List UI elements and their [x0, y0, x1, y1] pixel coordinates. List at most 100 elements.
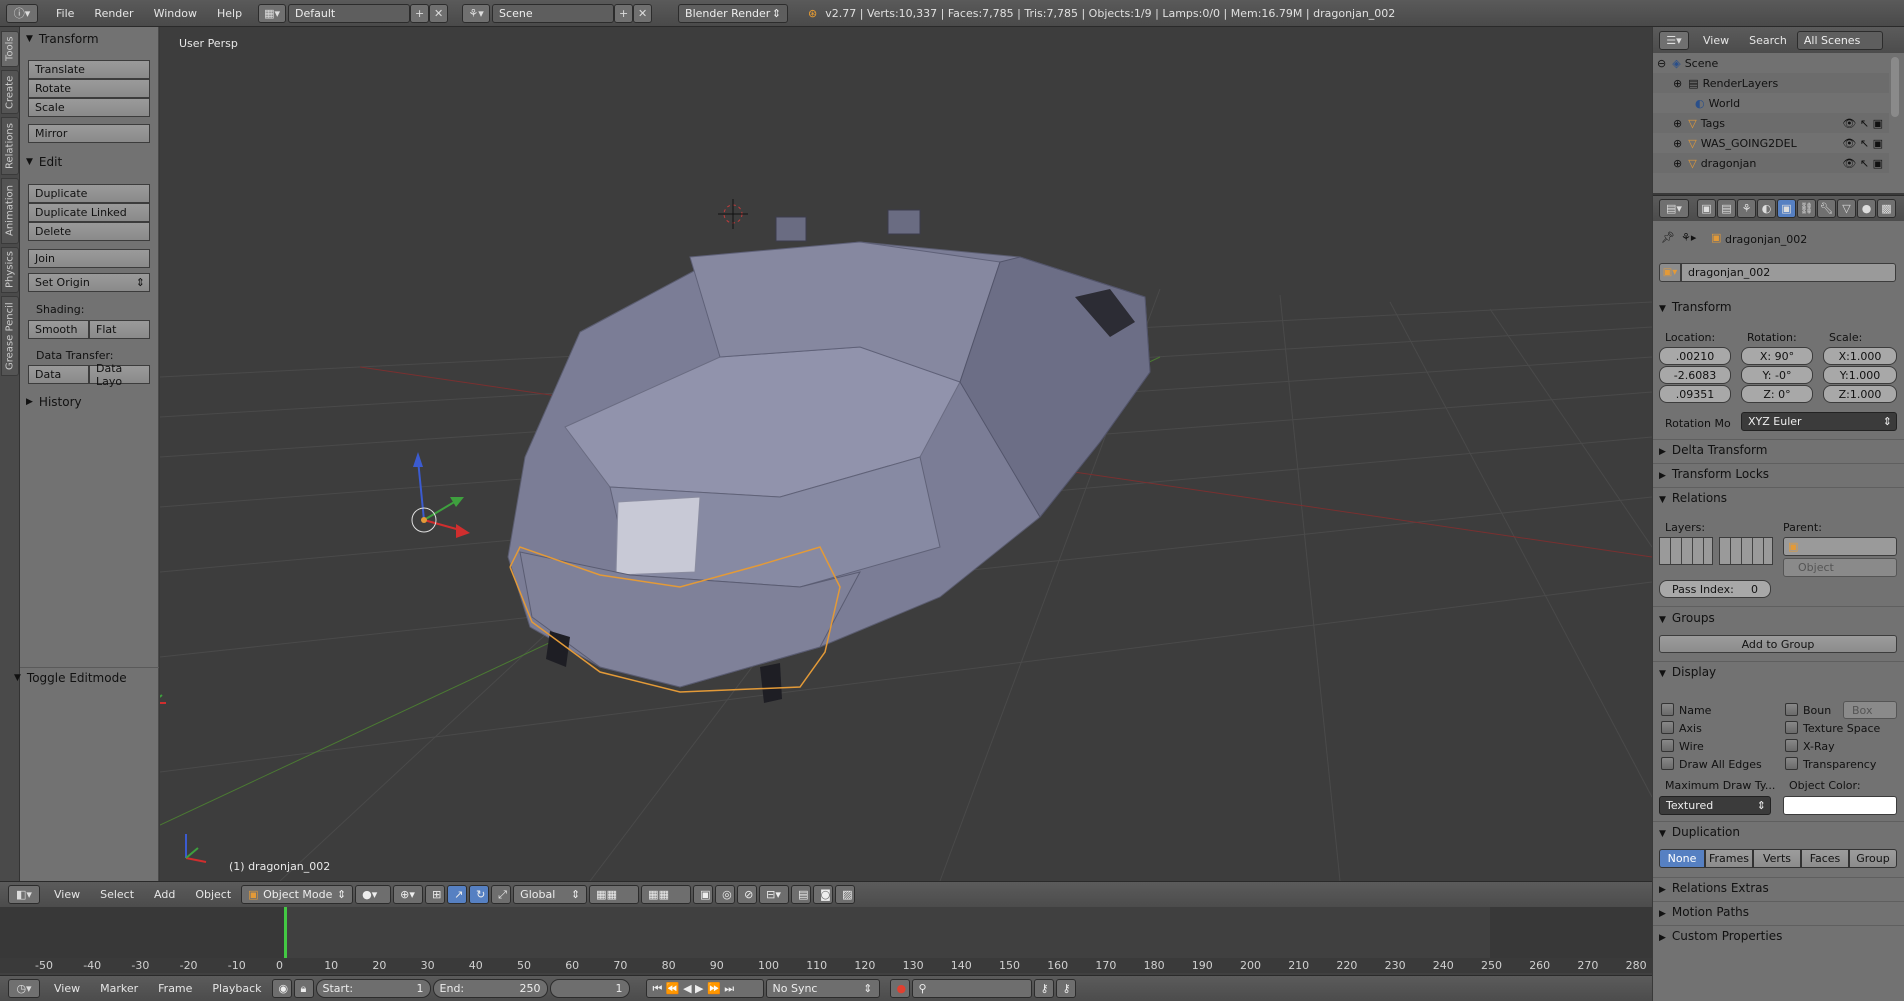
editor-type-icon[interactable]: ◷▾: [8, 979, 40, 998]
delete-button[interactable]: Delete: [28, 222, 150, 241]
start-frame-field[interactable]: Start: 1: [315, 979, 431, 998]
3d-viewport[interactable]: [160, 27, 1652, 881]
texture-space-checkbox[interactable]: [1785, 721, 1798, 734]
toggle-editmode-header[interactable]: ▼ Toggle Editmode: [8, 668, 127, 688]
scene-icon[interactable]: ⚘▾: [462, 3, 491, 23]
constraints-tab-icon[interactable]: ⛓: [1797, 199, 1816, 218]
location-x-field[interactable]: .00210: [1659, 347, 1731, 365]
menu-view[interactable]: View: [44, 888, 90, 901]
menu-add[interactable]: Add: [144, 888, 185, 901]
end-frame-field[interactable]: End: 250: [432, 979, 548, 998]
wire-checkbox[interactable]: [1661, 739, 1674, 752]
menu-file[interactable]: File: [46, 7, 84, 20]
translate-button[interactable]: Translate: [28, 60, 150, 79]
scale-z-field[interactable]: Z:1.000: [1823, 385, 1897, 403]
relations-extras-header[interactable]: ▶ Relations Extras: [1659, 881, 1769, 895]
object-color-swatch[interactable]: [1783, 796, 1897, 815]
rotation-mode-select[interactable]: XYZ Euler ⇕: [1741, 412, 1897, 431]
set-origin-dropdown[interactable]: Set Origin ⇕: [28, 273, 150, 292]
current-frame-field[interactable]: 1: [549, 979, 630, 998]
edit-panel-header[interactable]: ▼ Edit: [20, 152, 62, 172]
tab-tools[interactable]: Tools: [1, 31, 19, 67]
render-icon[interactable]: ▤: [791, 885, 812, 904]
scale-y-field[interactable]: Y:1.000: [1823, 366, 1897, 384]
dup-frames-option[interactable]: Frames: [1705, 849, 1753, 868]
relations-panel-header[interactable]: ▼ Relations: [1659, 491, 1727, 505]
menu-frame[interactable]: Frame: [148, 982, 202, 995]
pass-index-field[interactable]: Pass Index: 0: [1659, 580, 1771, 598]
editor-type-icon[interactable]: ▤▾: [1659, 199, 1689, 218]
outliner-item-renderlayers[interactable]: ⊕ ▤ RenderLayers: [1653, 73, 1889, 93]
duplication-panel-header[interactable]: ▼ Duplication: [1659, 825, 1740, 839]
transparency-checkbox[interactable]: [1785, 757, 1798, 770]
menu-window[interactable]: Window: [144, 7, 207, 20]
proportional-edit-icon[interactable]: ◎: [715, 885, 736, 904]
location-y-field[interactable]: -2.6083: [1659, 366, 1731, 384]
rotate-manipulator-icon[interactable]: ↻: [469, 885, 490, 904]
draw-all-edges-checkbox[interactable]: [1661, 757, 1674, 770]
menu-marker[interactable]: Marker: [90, 982, 148, 995]
max-draw-type-select[interactable]: Textured ⇕: [1659, 796, 1771, 815]
sync-select[interactable]: No Sync ⇕: [765, 979, 880, 998]
parent-field[interactable]: ▣: [1783, 537, 1897, 556]
autokey-record-icon[interactable]: ●: [889, 979, 910, 998]
motion-paths-header[interactable]: ▶ Motion Paths: [1659, 905, 1749, 919]
outliner-item-tags[interactable]: ⊕ ▽ Tags 👁︎ ↖ ▣: [1653, 113, 1889, 133]
parent-type-select[interactable]: Object: [1783, 558, 1897, 577]
layout-field[interactable]: Default: [288, 3, 411, 23]
orientation-select[interactable]: Global ⇕: [513, 885, 588, 904]
menu-select[interactable]: Select: [90, 888, 144, 901]
data-layout-button[interactable]: Data Layo: [89, 362, 150, 388]
property-context-tabs[interactable]: ▣ ▤ ⚘ ◐ ▣ ⛓ 🔧︎ ▽ ● ▩: [1697, 199, 1896, 218]
object-name-field[interactable]: dragonjan_002: [1681, 263, 1896, 282]
pin-icon[interactable]: 📌︎: [1661, 231, 1675, 244]
menu-playback[interactable]: Playback: [202, 982, 271, 995]
duplicate-linked-button[interactable]: Duplicate Linked: [28, 203, 150, 222]
delta-transform-header[interactable]: ▶ Delta Transform: [1659, 443, 1767, 457]
menu-search[interactable]: Search: [1739, 34, 1797, 47]
visibility-icons[interactable]: 👁︎ ↖ ▣: [1842, 157, 1883, 170]
menu-help[interactable]: Help: [207, 7, 252, 20]
transform-panel-header[interactable]: ▼ Transform: [1659, 300, 1732, 314]
axis-checkbox[interactable]: [1661, 721, 1674, 734]
layers-grid-b[interactable]: [1719, 537, 1773, 565]
rotation-z-field[interactable]: Z: 0°: [1741, 385, 1813, 403]
layers-grid-2[interactable]: ▦▦: [641, 885, 692, 904]
camera-icon[interactable]: ◙: [813, 885, 834, 904]
outliner-item-was-going2del[interactable]: ⊕ ▽ WAS_GOING2DEL 👁︎ ↖ ▣: [1653, 133, 1889, 153]
name-checkbox[interactable]: [1661, 703, 1674, 716]
display-panel-header[interactable]: ▼ Display: [1659, 665, 1716, 679]
rotate-button[interactable]: Rotate: [28, 79, 150, 98]
pivot-select[interactable]: ⊕▾: [393, 885, 424, 904]
dup-faces-option[interactable]: Faces: [1801, 849, 1849, 868]
remove-scene-icon[interactable]: ✕: [633, 3, 653, 23]
transform-panel-header[interactable]: ▼ Transform: [20, 29, 99, 49]
tab-grease-pencil[interactable]: Grease Pencil: [1, 296, 19, 376]
location-z-field[interactable]: .09351: [1659, 385, 1731, 403]
delete-keyframe-icon[interactable]: ⚷: [1055, 979, 1076, 998]
keying-set-field[interactable]: ⚲: [911, 979, 1032, 998]
groups-panel-header[interactable]: ▼ Groups: [1659, 611, 1715, 625]
outliner-item-dragonjan[interactable]: ⊕ ▽ dragonjan 👁︎ ↖ ▣: [1653, 153, 1889, 173]
timeline-ruler[interactable]: -50 -40 -30 -20 -10 0 10 20 30 40 50 60 70 80 90 100 110…: [0, 958, 1652, 973]
material-tab-icon[interactable]: ●: [1857, 199, 1876, 218]
data-tab-icon[interactable]: ▽: [1837, 199, 1856, 218]
scene-field[interactable]: Scene: [492, 3, 615, 23]
editor-type-icon[interactable]: ☰▾: [1659, 30, 1689, 50]
visibility-icons[interactable]: 👁︎ ↖ ▣: [1842, 117, 1883, 130]
dup-group-option[interactable]: Group: [1849, 849, 1897, 868]
render-tab-icon[interactable]: ▣: [1697, 199, 1716, 218]
modifiers-tab-icon[interactable]: 🔧︎: [1817, 199, 1836, 218]
tab-create[interactable]: Create: [1, 70, 19, 114]
mode-select[interactable]: ▣ Object Mode ⇕: [241, 885, 354, 904]
record-icon[interactable]: ◉: [271, 979, 292, 998]
smooth-button[interactable]: Smooth: [28, 320, 89, 339]
bounds-checkbox[interactable]: [1785, 703, 1798, 716]
editor-type-icon[interactable]: ⓘ▾: [6, 3, 38, 23]
remove-layout-icon[interactable]: ✕: [429, 3, 449, 23]
render-engine-select[interactable]: Blender Render ⇕: [678, 3, 789, 23]
snap-element-icon[interactable]: ⊟▾: [759, 885, 790, 904]
editor-type-icon[interactable]: ◧▾: [8, 885, 40, 904]
outliner-scrollbar[interactable]: [1891, 57, 1899, 117]
rotation-y-field[interactable]: Y: -0°: [1741, 366, 1813, 384]
